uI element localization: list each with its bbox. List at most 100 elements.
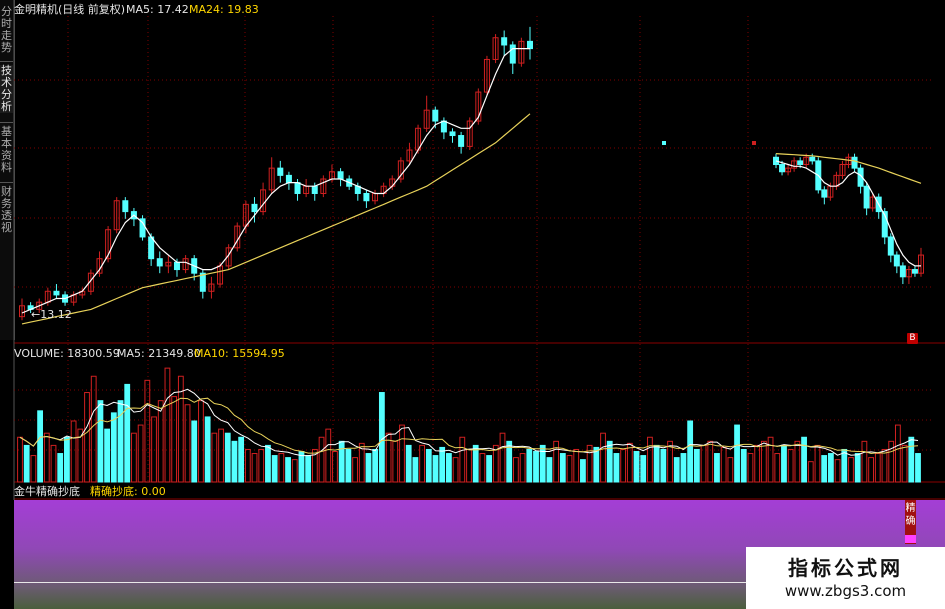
volume-bar <box>854 453 861 483</box>
volume-bar <box>218 428 224 483</box>
volume-bar <box>807 461 814 483</box>
volume-bar <box>445 453 452 483</box>
volume-bar <box>472 444 479 483</box>
price-candle-body <box>458 135 465 147</box>
volume-bar <box>97 400 104 483</box>
volume-bar <box>486 455 493 483</box>
watermark-title: 指标公式网 <box>788 556 903 580</box>
volume-bar <box>17 436 23 483</box>
moving-averages <box>19 47 922 457</box>
price-ma5-line <box>775 160 921 267</box>
price-candle-body <box>294 182 301 194</box>
price-candle-body <box>122 200 129 213</box>
volume-bar <box>432 455 439 483</box>
volume-bar <box>700 444 707 483</box>
price-candle-body <box>501 37 508 46</box>
volume-bar <box>519 453 526 483</box>
volume-bar <box>620 448 627 483</box>
volume-bar <box>224 432 231 483</box>
volume-bar <box>479 453 486 483</box>
price-candle-body <box>809 156 816 162</box>
volume-bar <box>23 444 30 483</box>
price-candle-body <box>893 254 900 267</box>
volume-bar <box>881 448 888 483</box>
volume-bar <box>908 436 915 483</box>
volume-label: VOLUME: 18300.59 <box>14 347 120 360</box>
volume-bar <box>894 424 901 483</box>
price-candle-body <box>251 203 258 213</box>
watermark-url: www.zbgs3.com <box>784 582 907 600</box>
volume-bar <box>814 444 821 483</box>
volume-bar <box>787 448 794 483</box>
volume-bar <box>760 440 767 483</box>
volume-bar <box>452 457 459 483</box>
price-ma24-label: MA24: 19.83 <box>189 3 259 16</box>
volume-bar <box>191 420 198 483</box>
volume-bar <box>171 396 178 483</box>
volume-bar <box>720 446 727 483</box>
volume-bar <box>378 392 385 483</box>
volume-bar <box>265 444 271 483</box>
price-candle-body <box>156 258 163 267</box>
volume-bar <box>559 453 566 483</box>
price-candle-body <box>449 131 456 137</box>
volume-bar <box>673 457 680 483</box>
volume-bar <box>131 432 137 483</box>
volume-bar <box>30 455 37 483</box>
volume-bar <box>204 416 211 483</box>
volume-bar <box>412 457 419 483</box>
volume-bar <box>439 446 446 483</box>
volume-bar <box>419 444 425 483</box>
volume-bar <box>868 457 874 483</box>
volume-bar <box>794 440 801 483</box>
volume-bar <box>399 424 405 483</box>
price-candle-body <box>53 290 60 296</box>
volume-bar <box>305 455 312 483</box>
price-candle-body <box>887 236 894 256</box>
volume-bar <box>707 440 714 483</box>
volume-bar <box>874 453 881 483</box>
volume-bar <box>727 457 734 483</box>
volume-bar <box>546 457 553 483</box>
volume-bar <box>861 440 868 483</box>
price-candle-body <box>148 236 155 260</box>
volume-bar <box>291 459 298 483</box>
price-candle-body <box>440 120 447 133</box>
volume-bar <box>499 432 506 483</box>
volume-bar <box>754 444 761 483</box>
volume-bar <box>244 448 251 483</box>
volume-bar <box>405 444 412 483</box>
volume-bar <box>660 448 667 483</box>
price-candle-body <box>285 174 292 184</box>
volume-bar <box>110 412 117 483</box>
volume-bar <box>57 453 64 483</box>
volume-bar <box>526 448 533 483</box>
volume-bar <box>600 432 606 483</box>
volume-bar <box>821 455 828 483</box>
volume-bar <box>653 444 660 483</box>
volume-bar <box>459 436 466 483</box>
volume-bar <box>606 440 613 483</box>
volume-bar <box>566 455 573 483</box>
price-candle-body <box>851 156 858 169</box>
buy-badge[interactable]: B <box>907 333 918 344</box>
volume-bar <box>774 453 781 483</box>
volume-bar <box>164 367 171 483</box>
volume-bar <box>64 436 70 483</box>
volume-bar <box>104 428 111 483</box>
volume-bar <box>90 375 97 483</box>
volume-bar <box>137 424 144 483</box>
price-candle-body <box>797 160 804 166</box>
price-candle-body <box>363 192 370 202</box>
price-candle-body <box>899 265 906 278</box>
volume-bar <box>231 440 238 483</box>
volume-bar <box>848 457 854 483</box>
indicator-value: 精确抄底: 0.00 <box>90 485 166 498</box>
volume-bar <box>781 444 787 483</box>
volume-bar <box>211 432 218 483</box>
price-candle-body <box>779 164 786 173</box>
volume-bar <box>680 453 687 483</box>
volume-bar <box>144 379 151 483</box>
volume-bar <box>238 436 245 483</box>
volume-bar <box>157 400 164 483</box>
